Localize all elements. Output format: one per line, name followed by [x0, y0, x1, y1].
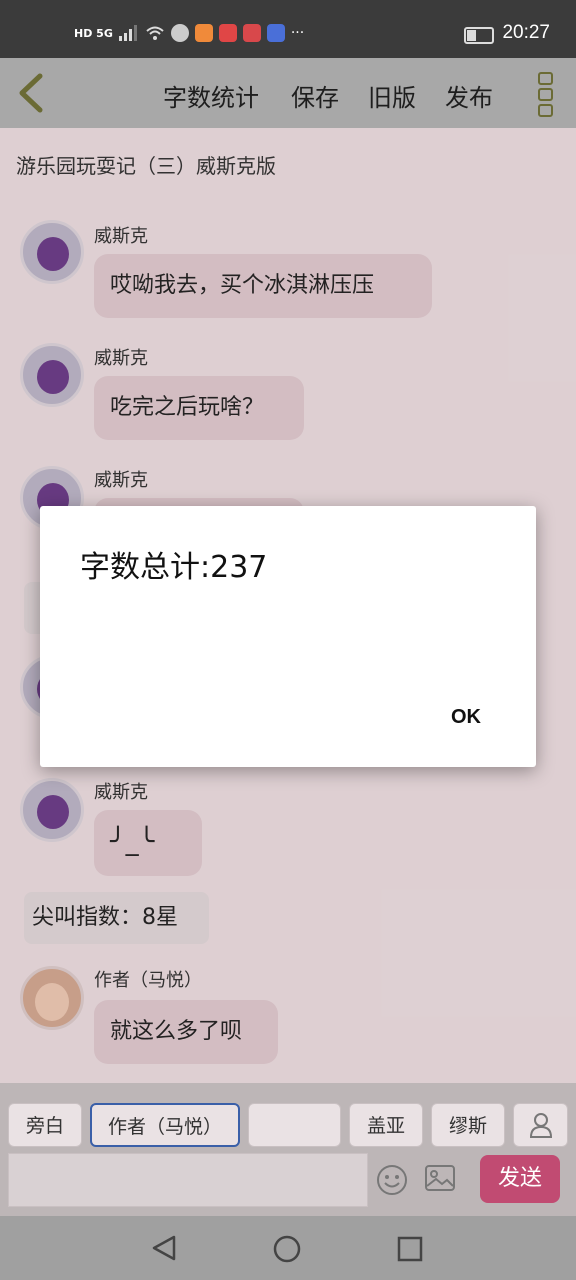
wifi-icon — [146, 26, 164, 40]
reader-app-icon — [218, 24, 237, 42]
send-button[interactable]: 发送 — [480, 1155, 560, 1203]
emoji-icon[interactable] — [376, 1164, 408, 1196]
message-input[interactable] — [8, 1153, 368, 1207]
signal-icon — [118, 25, 137, 41]
role-chip-narrator[interactable]: 旁白 — [8, 1103, 82, 1147]
nav-recents-icon[interactable] — [396, 1235, 424, 1263]
person-icon — [529, 1113, 552, 1138]
image-icon[interactable] — [424, 1164, 456, 1194]
dialog-title: 字数总计:237 — [80, 550, 268, 585]
news-app-icon — [242, 24, 261, 42]
word-count-button[interactable]: 字数统计 — [163, 78, 259, 113]
music-app-icon — [266, 24, 285, 42]
status-bar: HD 5G ··· 20:27 — [0, 0, 576, 58]
back-icon[interactable] — [12, 72, 52, 114]
ok-button[interactable]: OK — [451, 706, 481, 729]
role-chip-muse[interactable]: 缪斯 — [431, 1103, 505, 1147]
system-nav-bar — [0, 1216, 576, 1280]
add-role-button[interactable] — [513, 1103, 568, 1147]
publish-button[interactable]: 发布 — [445, 78, 493, 113]
more-notifications: ··· — [290, 25, 305, 41]
word-count-dialog: 字数总计:237 OK — [40, 506, 536, 767]
battery-icon — [464, 27, 494, 44]
role-chip-author[interactable]: 作者（马悦） — [90, 1103, 240, 1147]
more-menu-icon[interactable] — [534, 70, 556, 118]
nav-back-icon[interactable] — [150, 1234, 178, 1262]
old-version-button[interactable]: 旧版 — [368, 78, 416, 113]
role-chip-blank[interactable] — [248, 1103, 341, 1147]
wechat-icon — [170, 24, 189, 42]
network-indicator: HD 5G — [74, 26, 113, 40]
role-chip-gaia[interactable]: 盖亚 — [349, 1103, 423, 1147]
toolbar: 字数统计 保存 旧版 发布 — [0, 58, 576, 128]
video-app-icon — [194, 24, 213, 42]
status-icons: HD 5G ··· — [74, 24, 304, 42]
nav-home-icon[interactable] — [272, 1234, 302, 1264]
save-button[interactable]: 保存 — [291, 78, 339, 113]
clock: 20:27 — [502, 22, 550, 43]
